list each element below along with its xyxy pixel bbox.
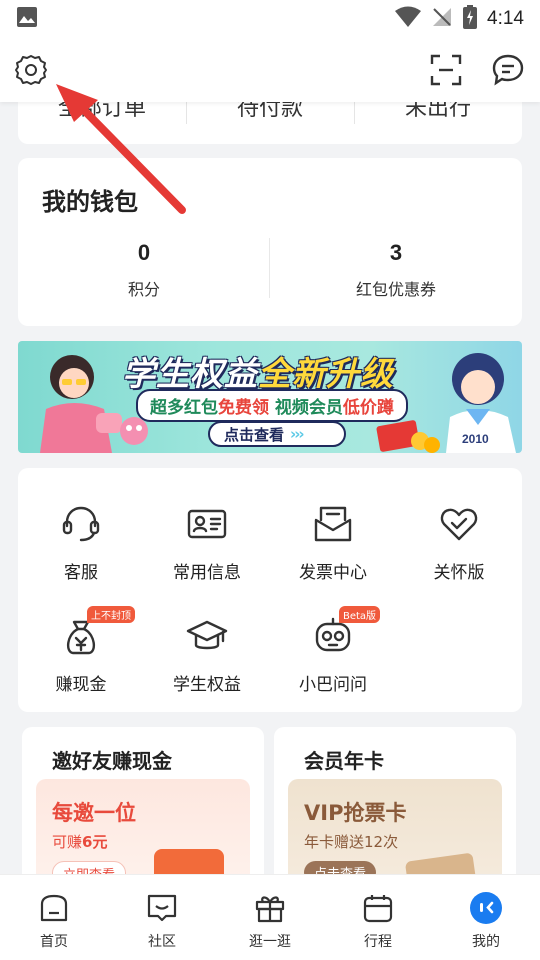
promo-title: 会员年卡 xyxy=(304,749,384,773)
banner-subtitle: 超多红包免费领 视频会员低价蹲 xyxy=(136,389,408,422)
promo-panel: VIP抢票卡 年卡赠送12次 点击查看 xyxy=(288,779,502,887)
promo-title: 邀好友赚现金 xyxy=(52,749,172,773)
student-benefits-banner[interactable]: 学生权益全新升级 超多红包免费领 视频会员低价蹲 点击查看 ››› 2010 xyxy=(18,341,522,453)
top-bar xyxy=(0,38,540,102)
service-common-info[interactable]: 常用信息 xyxy=(144,502,270,583)
calendar-icon xyxy=(361,891,395,925)
service-label: 发票中心 xyxy=(299,563,367,583)
banner-view-button[interactable]: 点击查看 ››› xyxy=(208,421,346,447)
service-label: 常用信息 xyxy=(173,563,241,583)
banner-title: 学生权益全新升级 xyxy=(122,354,394,393)
status-bar: 4:14 xyxy=(0,0,540,38)
promo-headline: VIP抢票卡 xyxy=(304,801,407,825)
graduation-cap-icon xyxy=(185,614,229,658)
boy-illustration-icon: 2010 xyxy=(446,353,516,453)
service-badge: 上不封顶 xyxy=(87,606,135,623)
wifi-icon xyxy=(395,6,422,32)
promo-subline: 年卡赠送12次 xyxy=(304,833,399,851)
no-signal-icon xyxy=(431,6,453,32)
tab-label: 首页 xyxy=(40,934,68,950)
red-envelope-icon xyxy=(376,420,440,453)
community-icon xyxy=(145,891,179,925)
service-label: 客服 xyxy=(64,563,98,583)
tab-label: 逛一逛 xyxy=(249,934,291,950)
tab-label: 我的 xyxy=(472,934,500,950)
heart-check-icon xyxy=(437,502,481,546)
points-label: 积分 xyxy=(127,280,160,299)
bottom-tab-bar: 首页 社区 逛一逛 行程 我的 xyxy=(0,874,540,960)
service-badge: Beta版 xyxy=(339,606,381,623)
wallet-title: 我的钱包 xyxy=(42,188,138,216)
coupons-value: 3 xyxy=(389,240,403,265)
promo-headline: 每邀一位 xyxy=(52,801,136,825)
message-icon[interactable] xyxy=(488,50,528,90)
profile-icon xyxy=(469,891,503,925)
battery-charging-icon xyxy=(463,5,478,33)
wallet-points[interactable]: 0 积分 xyxy=(18,240,270,300)
tab-community[interactable]: 社区 xyxy=(108,875,216,960)
service-label: 关怀版 xyxy=(433,563,485,583)
gallery-notification-icon xyxy=(16,6,38,32)
service-care-mode[interactable]: 关怀版 xyxy=(396,502,522,583)
coupons-label: 红包优惠券 xyxy=(355,280,436,299)
svg-text:2010: 2010 xyxy=(462,432,489,446)
scan-icon[interactable] xyxy=(426,50,466,90)
id-card-icon xyxy=(185,502,229,546)
services-card: 客服 常用信息 发票中心 关怀版 上不封顶 赚现金 学生权益 Beta版 小巴问… xyxy=(18,468,522,712)
tab-home[interactable]: 首页 xyxy=(0,875,108,960)
service-earn-cash[interactable]: 上不封顶 赚现金 xyxy=(18,606,144,695)
tab-profile[interactable]: 我的 xyxy=(432,875,540,960)
tab-trips[interactable]: 行程 xyxy=(324,875,432,960)
membership-card[interactable]: 会员年卡 VIP抢票卡 年卡赠送12次 点击查看 xyxy=(274,727,516,887)
tab-explore[interactable]: 逛一逛 xyxy=(216,875,324,960)
invoice-icon xyxy=(311,502,355,546)
settings-gear-icon[interactable] xyxy=(11,50,51,90)
headset-icon xyxy=(59,502,103,546)
tab-label: 社区 xyxy=(148,934,176,950)
invite-friends-card[interactable]: 邀好友赚现金 每邀一位 可赚6元 立即查看 xyxy=(22,727,264,887)
tab-label: 行程 xyxy=(364,934,392,950)
money-bag-icon: 上不封顶 xyxy=(59,606,135,658)
gift-icon xyxy=(253,891,287,925)
service-label: 学生权益 xyxy=(173,675,241,695)
robot-icon: Beta版 xyxy=(311,606,381,658)
home-icon xyxy=(37,891,71,925)
service-label: 小巴问问 xyxy=(299,675,367,695)
wallet-card: 我的钱包 0 积分 3 红包优惠券 xyxy=(18,158,522,326)
service-label: 赚现金 xyxy=(55,675,107,695)
wallet-coupons[interactable]: 3 红包优惠券 xyxy=(270,240,522,300)
girl-illustration-icon xyxy=(40,355,122,453)
status-time: 4:14 xyxy=(487,8,524,29)
service-student-benefits[interactable]: 学生权益 xyxy=(144,614,270,695)
promo-panel: 每邀一位 可赚6元 立即查看 xyxy=(36,779,250,887)
promo-subline: 可赚6元 xyxy=(52,833,108,851)
service-invoice-center[interactable]: 发票中心 xyxy=(270,502,396,583)
points-value: 0 xyxy=(137,240,151,265)
service-xiaoba-ask[interactable]: Beta版 小巴问问 xyxy=(270,606,396,695)
service-customer-support[interactable]: 客服 xyxy=(18,502,144,583)
